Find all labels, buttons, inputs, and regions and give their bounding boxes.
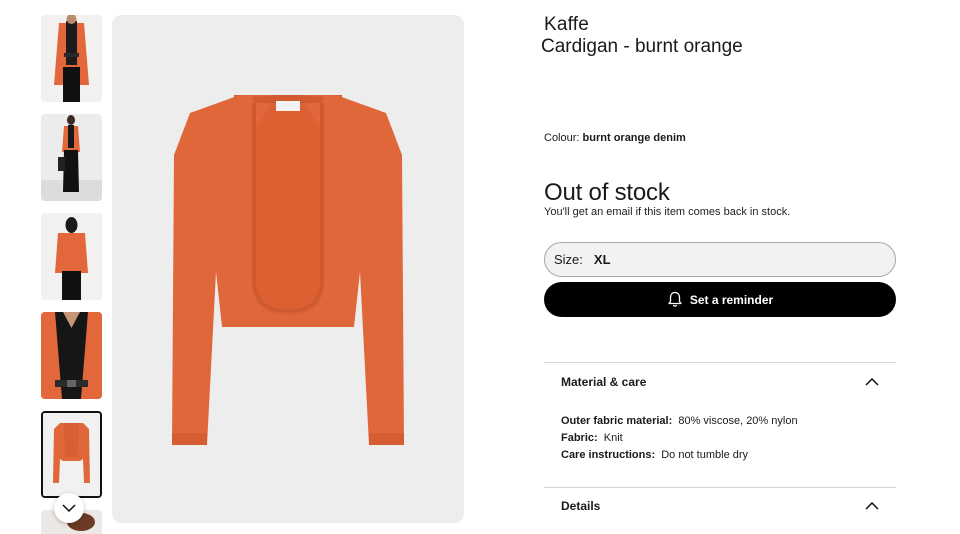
care-row-value: Knit <box>603 432 623 444</box>
material-care-title: Material & care <box>561 375 647 389</box>
thumbnail-back-image <box>41 213 102 300</box>
set-reminder-button[interactable]: Set a reminder <box>544 282 896 317</box>
product-main-image[interactable] <box>112 15 464 523</box>
care-row-fabric: Fabric: Knit <box>561 430 798 447</box>
care-row-label: Outer fabric material: <box>561 415 673 427</box>
stock-status-title: Out of stock <box>544 179 670 206</box>
colour-line: Colour: burnt orange denim <box>544 132 686 144</box>
product-title: Cardigan - burnt orange <box>541 36 743 57</box>
thumbnail-front[interactable] <box>41 15 102 102</box>
care-row-outer-fabric: Outer fabric material: 80% viscose, 20% … <box>561 413 798 430</box>
thumbnail-back[interactable] <box>41 213 102 300</box>
divider <box>544 362 896 363</box>
chevron-up-icon <box>865 378 879 386</box>
care-row-label: Fabric: <box>561 432 598 444</box>
thumbnail-full-length[interactable] <box>41 114 102 201</box>
chevron-up-icon <box>865 502 879 510</box>
thumbnail-full-length-image <box>41 114 102 201</box>
thumbnail-detail[interactable] <box>41 312 102 399</box>
size-selector[interactable]: Size: XL <box>544 242 896 277</box>
stock-status-note: You'll get an email if this item comes b… <box>544 206 791 218</box>
bell-icon <box>668 291 682 307</box>
details-accordion-header[interactable]: Details <box>544 488 896 524</box>
cardigan-image <box>112 15 464 523</box>
product-info-panel: Kaffe Cardigan - burnt orange Colour: bu… <box>541 14 896 513</box>
brand-name[interactable]: Kaffe <box>544 14 896 36</box>
colour-value: burnt orange denim <box>582 132 686 144</box>
chevron-down-icon <box>62 504 76 512</box>
material-care-content: Outer fabric material: 80% viscose, 20% … <box>561 413 798 464</box>
thumbnail-detail-image <box>41 312 102 399</box>
thumbnail-packshot-image <box>43 413 100 496</box>
thumbnail-strip <box>41 15 102 534</box>
size-label: Size: <box>554 252 583 267</box>
thumbnail-packshot-selected[interactable] <box>41 411 102 498</box>
care-row-value: Do not tumble dry <box>661 449 749 461</box>
care-row-value: 80% viscose, 20% nylon <box>678 415 798 427</box>
thumbnail-front-image <box>41 15 102 102</box>
set-reminder-label: Set a reminder <box>689 292 774 307</box>
details-title: Details <box>561 499 601 513</box>
care-row-instructions: Care instructions: Do not tumble dry <box>561 447 798 464</box>
material-care-accordion-header[interactable]: Material & care <box>544 364 896 400</box>
care-row-label: Care instructions: <box>561 449 656 461</box>
colour-label: Colour: <box>544 132 580 144</box>
size-value: XL <box>593 252 611 267</box>
thumbnail-scroll-down-button[interactable] <box>54 493 84 523</box>
